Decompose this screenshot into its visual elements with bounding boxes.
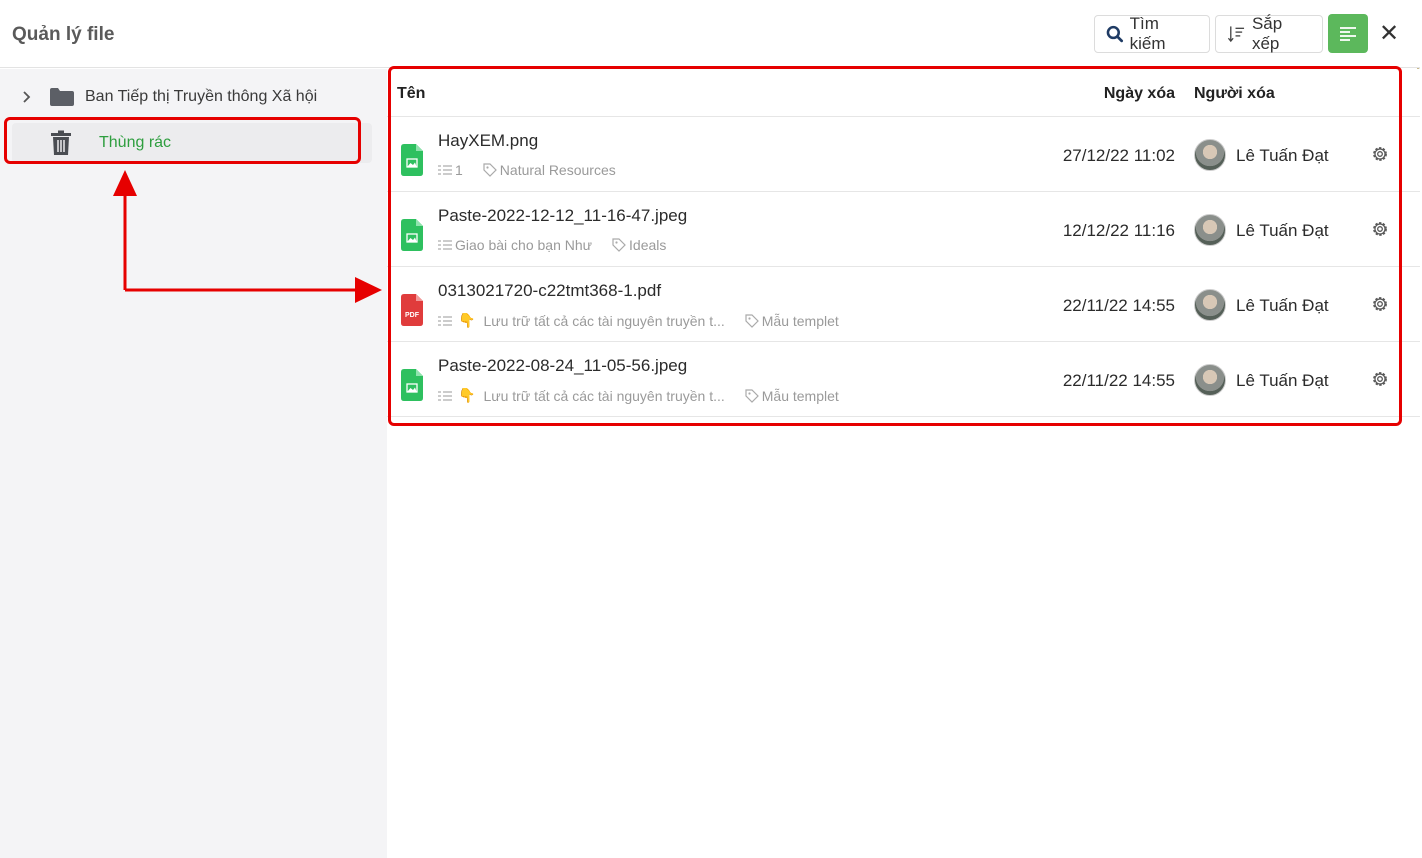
column-header-name[interactable]: Tên xyxy=(397,85,425,103)
search-button-label: Tìm kiếm xyxy=(1129,14,1166,53)
file-task: Giao bài cho bạn Như xyxy=(455,237,593,253)
avatar xyxy=(1194,289,1226,321)
file-meta: Giao bài cho bạn Như Ideals xyxy=(438,237,666,253)
file-meta: 1 Natural Resources xyxy=(438,162,616,178)
pointing-down-icon: 👇 xyxy=(458,312,476,328)
file-tag[interactable]: Natural Resources xyxy=(483,162,616,178)
deleted-by-user: Lê Tuấn Đạt xyxy=(1236,146,1329,165)
sidebar: Ban Tiếp thị Truyền thông Xã hội Thùng r… xyxy=(0,69,387,858)
tag-icon xyxy=(483,163,497,177)
sort-icon xyxy=(1227,26,1245,43)
sidebar-item-label: Thùng rác xyxy=(99,134,172,151)
sort-button-label: Sắp xếp xyxy=(1251,14,1283,53)
sidebar-item-folder[interactable]: Ban Tiếp thị Truyền thông Xã hội xyxy=(12,77,372,117)
deleted-date: 27/12/22 11:02 xyxy=(1062,146,1175,165)
file-tag[interactable]: Mẫu templet xyxy=(745,313,839,329)
avatar xyxy=(1194,139,1226,171)
chevron-right-icon[interactable] xyxy=(21,90,33,104)
file-meta: 👇 Lưu trữ tất cả các tài nguyên truyền t… xyxy=(438,387,839,404)
folder-icon xyxy=(50,88,74,106)
file-manager-modal: Quản lý file Tìm kiếm Sắp xếp ✕ Ban Tiếp… xyxy=(0,0,1420,858)
tag-icon xyxy=(745,388,759,403)
file-tag-label: Mẫu templet xyxy=(761,312,839,329)
column-header-user[interactable]: Người xóa xyxy=(1194,85,1275,103)
file-name[interactable]: Paste-2022-08-24_11-05-56.jpeg xyxy=(438,356,687,376)
file-task: Lưu trữ tất cả các tài nguyên truyền t..… xyxy=(483,312,725,329)
search-button[interactable]: Tìm kiếm xyxy=(1094,14,1210,53)
gear-icon[interactable] xyxy=(1370,294,1390,314)
search-icon xyxy=(1106,25,1124,43)
table-row[interactable]: PDF 0313021720-c22tmt368-1.pdf 👇 Lưu trữ… xyxy=(387,267,1420,342)
image-file-icon xyxy=(401,369,423,401)
modal-header: Quản lý file Tìm kiếm Sắp xếp ✕ xyxy=(0,0,1420,68)
file-tag-label: Natural Resources xyxy=(499,162,616,178)
sidebar-item-label: Ban Tiếp thị Truyền thông Xã hội xyxy=(85,88,318,105)
file-name[interactable]: Paste-2022-12-12_11-16-47.jpeg xyxy=(438,206,687,226)
sidebar-item-trash[interactable]: Thùng rác xyxy=(12,123,372,163)
deleted-date: 22/11/22 14:55 xyxy=(1062,296,1175,315)
tag-icon xyxy=(612,238,626,252)
gear-icon[interactable] xyxy=(1370,219,1390,239)
tag-icon xyxy=(745,313,759,328)
trash-icon xyxy=(51,130,71,155)
file-tag-label: Mẫu templet xyxy=(761,387,839,404)
image-file-icon xyxy=(401,219,423,251)
file-tag[interactable]: Ideals xyxy=(612,237,666,253)
image-file-icon xyxy=(401,144,423,176)
checklist-icon xyxy=(438,165,452,175)
avatar xyxy=(1194,214,1226,246)
checklist-icon xyxy=(438,240,452,250)
close-icon: ✕ xyxy=(1378,19,1400,47)
file-tag[interactable]: Mẫu templet xyxy=(745,388,839,404)
close-button[interactable]: ✕ xyxy=(1376,19,1402,47)
file-name[interactable]: HayXEM.png xyxy=(438,131,538,151)
sort-button[interactable]: Sắp xếp xyxy=(1215,14,1323,53)
deleted-date: 12/12/22 11:16 xyxy=(1062,221,1175,240)
avatar xyxy=(1194,364,1226,396)
column-header-date[interactable]: Ngày xóa xyxy=(1104,85,1175,103)
page-title: Quản lý file xyxy=(12,24,115,45)
table-header: Tên Ngày xóa Người xóa xyxy=(387,69,1420,117)
deleted-by-user: Lê Tuấn Đạt xyxy=(1236,296,1329,315)
deleted-by-user: Lê Tuấn Đạt xyxy=(1236,371,1329,390)
checklist-icon xyxy=(438,390,452,401)
file-meta: 👇 Lưu trữ tất cả các tài nguyên truyền t… xyxy=(438,312,839,329)
pdf-file-icon: PDF xyxy=(401,294,423,326)
file-list: Tên Ngày xóa Người xóa HayXEM.png 1 Natu… xyxy=(387,69,1420,858)
file-task: 1 xyxy=(455,162,463,178)
align-left-icon xyxy=(1340,26,1356,41)
view-toggle-button[interactable] xyxy=(1328,14,1368,53)
deleted-date: 22/11/22 14:55 xyxy=(1062,371,1175,390)
svg-text:PDF: PDF xyxy=(405,312,420,319)
table-row[interactable]: Paste-2022-12-12_11-16-47.jpeg Giao bài … xyxy=(387,192,1420,267)
deleted-by-user: Lê Tuấn Đạt xyxy=(1236,221,1329,240)
table-row[interactable]: HayXEM.png 1 Natural Resources 27/12/22 … xyxy=(387,117,1420,192)
gear-icon[interactable] xyxy=(1370,369,1390,389)
file-name[interactable]: 0313021720-c22tmt368-1.pdf xyxy=(438,281,661,301)
file-tag-label: Ideals xyxy=(629,237,667,253)
checklist-icon xyxy=(438,315,452,326)
gear-icon[interactable] xyxy=(1370,144,1390,164)
table-row[interactable]: Paste-2022-08-24_11-05-56.jpeg 👇 Lưu trữ… xyxy=(387,342,1420,417)
file-task: Lưu trữ tất cả các tài nguyên truyền t..… xyxy=(483,387,725,404)
pointing-down-icon: 👇 xyxy=(458,387,476,403)
